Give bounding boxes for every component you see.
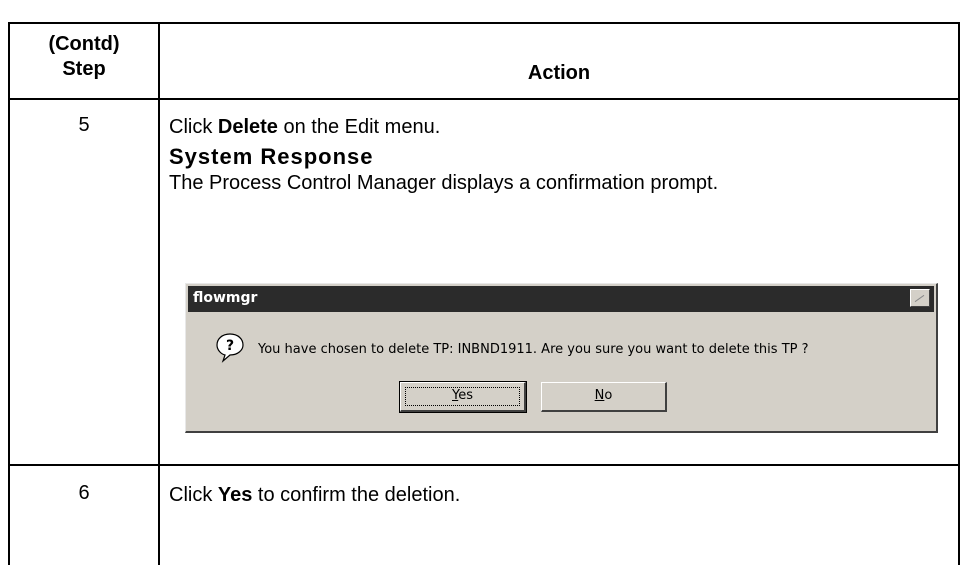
system-response-heading: System Response (169, 144, 374, 169)
row-divider (10, 464, 958, 466)
no-button-label: No (594, 388, 613, 403)
no-button[interactable]: No (541, 382, 667, 412)
action-column-header: Action (527, 62, 591, 84)
confirmation-dialog: flowmgr ? You have chosen to delete TP: … (185, 283, 938, 433)
step-column-header: (Contd) Step (10, 32, 158, 82)
close-icon[interactable] (910, 289, 930, 307)
system-response-text: The Process Control Manager displays a c… (169, 172, 719, 194)
instruction-keyword: Yes (217, 484, 253, 506)
yes-button-label: Yes (452, 388, 473, 403)
yes-button[interactable]: Yes (399, 381, 527, 413)
svg-text:?: ? (226, 338, 234, 354)
step-number: 6 (78, 482, 90, 504)
column-divider (158, 24, 160, 565)
dialog-title: flowmgr (193, 290, 258, 306)
instruction-keyword: Delete (217, 116, 278, 138)
instruction-text: Click (169, 116, 218, 138)
instruction-text: to confirm the deletion. (252, 484, 461, 506)
header-divider (10, 98, 958, 100)
instruction-text: Click (169, 484, 218, 506)
instruction-text: on the Edit menu. (277, 116, 441, 138)
step-instruction: Click Yes to confirm the deletion. (169, 482, 460, 508)
dialog-titlebar: flowmgr (188, 286, 934, 312)
step-instruction: Click Delete on the Edit menu. (169, 114, 440, 140)
step-number: 5 (78, 114, 90, 136)
step-header-line2: Step (62, 58, 106, 80)
step-header-line1: (Contd) (48, 33, 120, 55)
dialog-message: You have chosen to delete TP: INBND1911.… (258, 342, 809, 357)
question-icon: ? (216, 333, 244, 363)
